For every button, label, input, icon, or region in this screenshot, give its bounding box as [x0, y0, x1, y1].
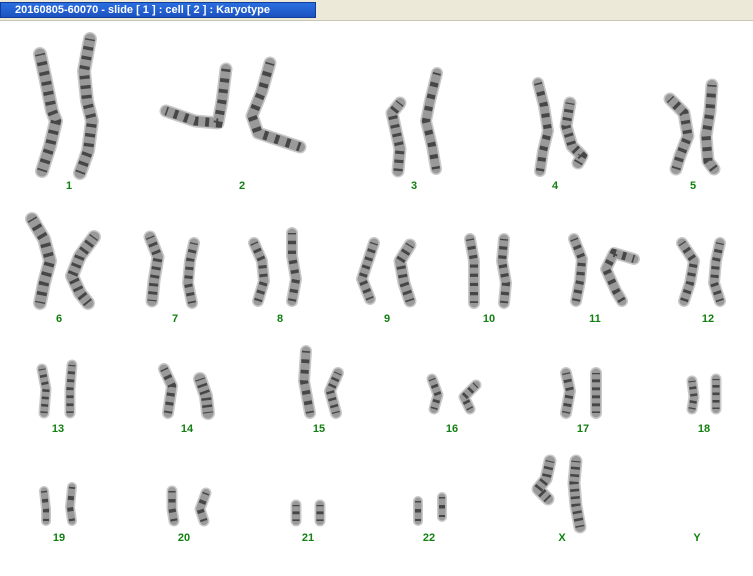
chromosome-label-y: Y: [693, 532, 701, 544]
chromosome-label-18: 18: [697, 423, 711, 435]
chromosome[interactable]: [40, 487, 50, 525]
chromosome-label-21: 21: [301, 532, 315, 544]
chromosome-label-10: 10: [482, 313, 496, 325]
chromosome-label-11: 11: [589, 313, 601, 325]
karyotype-canvas: 1 2 3 4 5 6 7 8 9 10 11 12 13 14 15 16 1…: [0, 21, 753, 576]
chromosome-label-3: 3: [410, 180, 418, 192]
chromosome-label-22: 22: [422, 532, 436, 544]
chromosome-label-x: X: [558, 532, 566, 544]
chromosome-label-5: 5: [689, 180, 697, 192]
chromosome-label-17: 17: [576, 423, 590, 435]
chromosome-label-6: 6: [55, 313, 63, 325]
karyotype-image: [25, 32, 726, 534]
chromosome[interactable]: [561, 368, 575, 418]
chromosome[interactable]: [66, 231, 100, 309]
chromosome-label-16: 16: [445, 423, 459, 435]
chromosome-label-7: 7: [171, 313, 179, 325]
chromosome-label-2: 2: [238, 180, 246, 192]
chromosome-label-14: 14: [180, 423, 194, 435]
chromosome-label-12: 12: [701, 313, 715, 325]
chromosome-label-19: 19: [52, 532, 66, 544]
chromosome-label-9: 9: [383, 313, 391, 325]
window-title-tab[interactable]: 20160805-60070 - slide [ 1 ] : cell [ 2 …: [0, 2, 316, 18]
chromosome-label-8: 8: [276, 313, 284, 325]
chromosome[interactable]: [168, 487, 178, 525]
chromosome[interactable]: [66, 483, 76, 525]
chromosome[interactable]: [569, 456, 585, 532]
chromosome-label-1: 1: [65, 180, 73, 192]
window-title: 20160805-60070 - slide [ 1 ] : cell [ 2 …: [15, 4, 270, 16]
chromosome-label-13: 13: [51, 423, 65, 435]
chromosome-label-4: 4: [551, 180, 559, 192]
chromosome-label-20: 20: [177, 532, 191, 544]
title-bar: 20160805-60070 - slide [ 1 ] : cell [ 2 …: [0, 0, 753, 21]
chromosome[interactable]: [247, 58, 305, 152]
chromosome-bands: [66, 364, 76, 413]
chromosome-bands: [38, 368, 50, 414]
chromosome-label-15: 15: [312, 423, 326, 435]
